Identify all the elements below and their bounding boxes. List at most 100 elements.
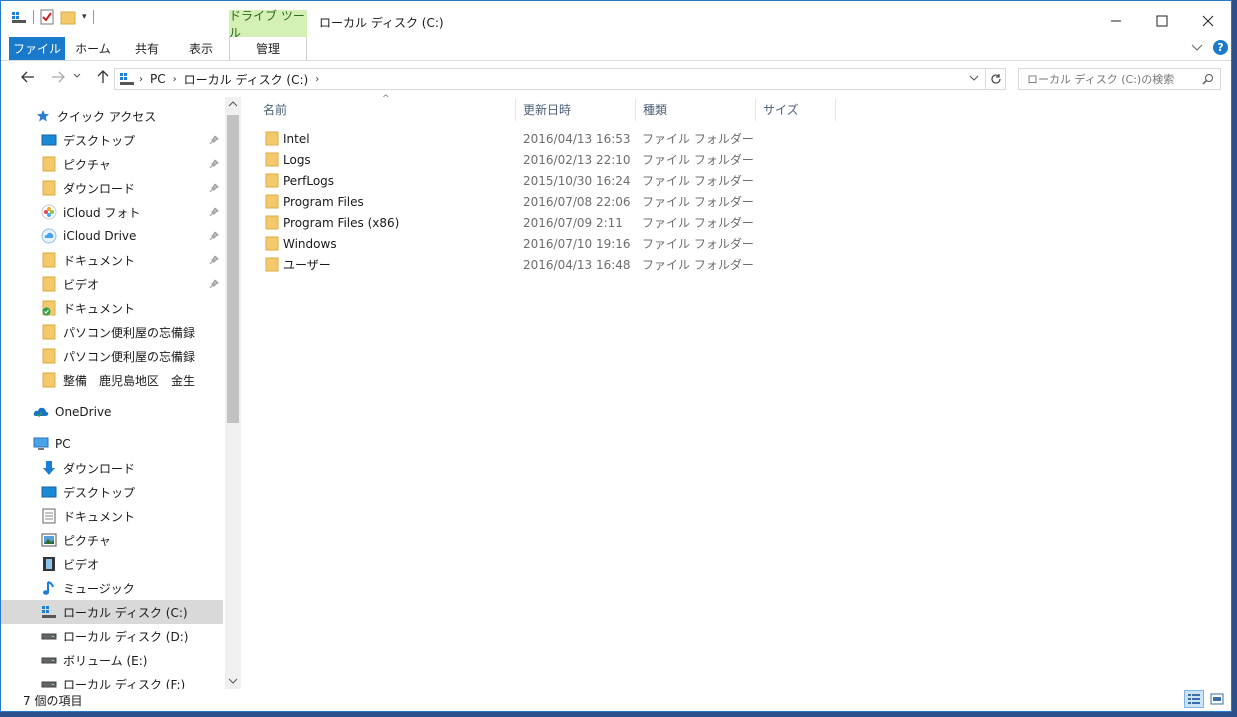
file-row[interactable]: Intel 2016/04/13 16:53 ファイル フォルダー [241, 128, 841, 149]
folder-icon [265, 194, 279, 209]
folder-icon [265, 173, 279, 188]
nav-item[interactable]: ドキュメント [1, 504, 223, 528]
pin-icon[interactable] [209, 231, 219, 241]
tab-file[interactable]: ファイル [9, 37, 65, 60]
scroll-down-icon[interactable] [228, 677, 238, 685]
column-divider[interactable] [835, 99, 836, 121]
video-icon [41, 556, 57, 572]
maximize-button[interactable] [1139, 9, 1185, 33]
nav-item[interactable]: ローカル ディスク (C:) [1, 600, 223, 624]
tab-manage[interactable]: 管理 [229, 37, 307, 60]
nav-item[interactable]: ダウンロード [1, 176, 223, 200]
nav-item[interactable]: iCloud Drive [1, 224, 223, 248]
pin-icon[interactable] [209, 159, 219, 169]
up-button[interactable] [96, 70, 110, 84]
nav-item-label: ローカル ディスク (F:) [63, 677, 186, 690]
file-row[interactable]: Logs 2016/02/13 22:10 ファイル フォルダー [241, 149, 841, 170]
file-modified: 2016/04/13 16:48 [523, 257, 631, 272]
nav-item[interactable]: ピクチャ [1, 152, 223, 176]
column-header-size[interactable]: サイズ [757, 97, 835, 121]
folder-icon [265, 131, 279, 146]
help-icon[interactable]: ? [1213, 40, 1228, 55]
tab-home[interactable]: ホーム [67, 37, 119, 60]
nav-item[interactable]: パソコン便利屋の忘備録 [1, 344, 223, 368]
pin-icon[interactable] [209, 279, 219, 289]
nav-quick-access[interactable]: クイック アクセス [1, 104, 223, 128]
file-name: Intel [283, 131, 310, 146]
picture-icon [41, 532, 57, 548]
qat-dropdown-icon[interactable]: ▾ [82, 12, 87, 22]
file-type: ファイル フォルダー [642, 174, 754, 188]
file-row[interactable]: PerfLogs 2015/10/30 16:24 ファイル フォルダー [241, 170, 841, 191]
nav-item[interactable]: ダウンロード [1, 456, 223, 480]
status-bar: 7 個の項目 [1, 689, 1231, 711]
nav-item-label: ダウンロード [63, 461, 136, 476]
search-input[interactable]: ローカル ディスク (C:)の検索 [1018, 68, 1221, 90]
pin-icon[interactable] [209, 207, 219, 217]
chevron-right-icon[interactable]: › [173, 74, 177, 85]
nav-item[interactable]: ローカル ディスク (D:) [1, 624, 223, 648]
folder-icon [41, 180, 57, 196]
back-button[interactable] [21, 70, 35, 84]
chevron-right-icon[interactable]: › [315, 74, 319, 85]
nav-item[interactable]: ビデオ [1, 272, 223, 296]
download-icon [41, 460, 57, 476]
file-row[interactable]: ユーザー 2016/04/13 16:48 ファイル フォルダー [241, 254, 841, 275]
nav-item[interactable]: ピクチャ [1, 528, 223, 552]
breadcrumb-local-disk-c[interactable]: ローカル ディスク (C:) [184, 71, 309, 88]
ribbon-tab-bar: ファイル ホーム 共有 表示 管理 ? [1, 37, 1231, 61]
nav-item[interactable]: ミュージック [1, 576, 223, 600]
nav-item[interactable]: ドキュメント [1, 248, 223, 272]
nav-item-label: ビデオ [63, 557, 100, 572]
chevron-right-icon[interactable]: › [139, 74, 143, 85]
new-folder-icon[interactable] [60, 9, 76, 25]
column-header-name[interactable]: 名前 [257, 97, 515, 121]
column-header-modified[interactable]: 更新日時 [517, 97, 635, 121]
large-icons-view-button[interactable] [1207, 690, 1227, 708]
nav-item-label: 整備 鹿児島地区 金生 [63, 373, 196, 388]
column-header-type[interactable]: 種類 [637, 97, 755, 121]
nav-pc[interactable]: PC [1, 432, 223, 456]
nav-pane-scrollbar[interactable] [225, 97, 241, 689]
tab-view[interactable]: 表示 [175, 37, 227, 60]
address-bar[interactable]: › PC › ローカル ディスク (C:) › [114, 68, 986, 90]
nav-item[interactable]: デスクトップ [1, 128, 223, 152]
scroll-up-icon[interactable] [228, 100, 238, 108]
nav-item[interactable]: iCloud フォト [1, 200, 223, 224]
column-divider[interactable] [635, 99, 636, 121]
nav-label: PC [55, 437, 71, 451]
file-row[interactable]: Program Files 2016/07/08 22:06 ファイル フォルダー [241, 191, 841, 212]
close-button[interactable] [1185, 9, 1231, 33]
minimize-button[interactable] [1093, 9, 1139, 33]
forward-button[interactable] [51, 70, 65, 84]
column-divider[interactable] [515, 99, 516, 121]
file-row[interactable]: Windows 2016/07/10 19:16 ファイル フォルダー [241, 233, 841, 254]
nav-item[interactable]: ドキュメント [1, 296, 223, 320]
nav-item[interactable]: ビデオ [1, 552, 223, 576]
nav-item[interactable]: デスクトップ [1, 480, 223, 504]
scrollbar-thumb[interactable] [227, 115, 239, 423]
ribbon-expand-icon[interactable] [1191, 42, 1203, 52]
search-icon[interactable] [1202, 73, 1214, 85]
pin-icon[interactable] [209, 135, 219, 145]
nav-item[interactable]: パソコン便利屋の忘備録 [1, 320, 223, 344]
folder-icon [265, 152, 279, 167]
details-view-button[interactable] [1184, 690, 1204, 708]
pin-icon[interactable] [209, 255, 219, 265]
recent-locations-dropdown[interactable] [73, 72, 81, 80]
nav-onedrive[interactable]: OneDrive [1, 400, 223, 424]
refresh-button[interactable] [986, 68, 1006, 90]
nav-item[interactable]: ローカル ディスク (F:) [1, 672, 223, 689]
address-history-dropdown[interactable] [969, 74, 979, 82]
properties-icon[interactable] [40, 9, 54, 25]
tab-share[interactable]: 共有 [121, 37, 173, 60]
nav-item-label: ローカル ディスク (C:) [63, 605, 188, 620]
pin-icon[interactable] [209, 183, 219, 193]
nav-item[interactable]: ボリューム (E:) [1, 648, 223, 672]
column-divider[interactable] [755, 99, 756, 121]
breadcrumb-pc[interactable]: PC [150, 72, 166, 86]
nav-item[interactable]: 整備 鹿児島地区 金生 [1, 368, 223, 392]
file-modified: 2016/04/13 16:53 [523, 131, 631, 146]
navigation-pane: クイック アクセス デスクトップ ピクチャ ダウンロード iCloud フォト iClo… [1, 97, 225, 689]
file-row[interactable]: Program Files (x86) 2016/07/09 2:11 ファイル フ… [241, 212, 841, 233]
